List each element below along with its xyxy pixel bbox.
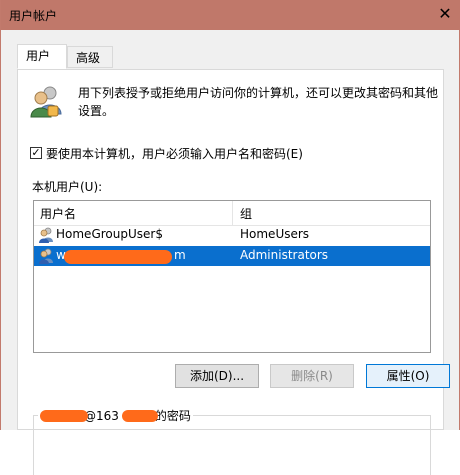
column-divider[interactable] [430,201,431,225]
user-list-header: 用户名 组 [34,201,430,226]
tab-users[interactable]: 用户 [17,44,67,69]
user-group: Administrators [240,248,329,262]
table-row[interactable]: HomeGroupUser$ HomeUsers [34,225,430,245]
add-button[interactable]: 添加(D)... [175,364,259,388]
window-title: 用户帐户 [9,9,58,23]
user-list[interactable]: 用户名 组 HomeGroupUser$ HomeUsers w m Admin… [33,200,431,353]
properties-button[interactable]: 属性(O) [366,364,450,388]
users-icon [30,86,62,118]
tab-advanced[interactable]: 高级 [67,46,113,68]
legend-domain: @163 [84,409,119,423]
require-login-checkbox[interactable]: ✓ [30,147,42,159]
table-row-selected[interactable]: w m Administrators [34,246,430,266]
password-groupbox [33,415,431,475]
column-header-username[interactable]: 用户名 [40,205,76,222]
user-icon [39,227,53,243]
legend-suffix: 的密码 [154,409,191,423]
remove-button[interactable]: 删除(R) [270,364,354,388]
user-accounts-window: 用户帐户 ✕ 用户 高级 用下列表授予或拒绝用户访问你的计算机，还可以更改其密码… [0,0,460,475]
redaction-mark [40,410,88,422]
require-login-label[interactable]: 要使用本计算机，用户必须输入用户名和密码(E) [46,145,303,162]
redaction-mark [64,250,172,264]
users-tab-panel: 用下列表授予或拒绝用户访问你的计算机，还可以更改其密码和其他设置。 ✓ 要使用本… [17,69,450,475]
title-bar[interactable]: 用户帐户 ✕ [1,0,460,30]
redaction-mark [122,410,158,422]
user-name-suffix: m [174,248,186,262]
user-group: HomeUsers [240,227,310,241]
column-divider[interactable] [232,201,233,225]
description-text: 用下列表授予或拒绝用户访问你的计算机，还可以更改其密码和其他设置。 [78,86,439,118]
local-users-label: 本机用户(U): [32,180,103,194]
column-header-group[interactable]: 组 [240,205,252,222]
close-icon[interactable]: ✕ [435,4,455,24]
user-icon [39,248,53,264]
user-name: HomeGroupUser$ [56,227,163,241]
